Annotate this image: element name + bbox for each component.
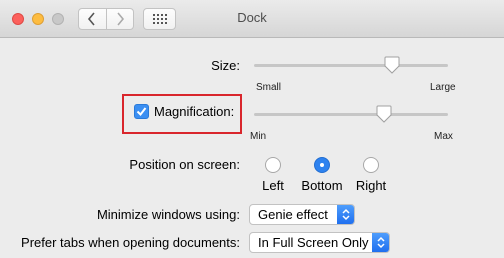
magnification-slider-track[interactable] bbox=[254, 113, 448, 116]
size-max-label: Large bbox=[430, 82, 456, 93]
popup-arrows-icon bbox=[337, 205, 354, 224]
size-slider-knob[interactable] bbox=[384, 56, 400, 74]
position-left-label: Left bbox=[262, 178, 284, 193]
magnification-min-label: Min bbox=[250, 131, 267, 142]
magnification-max-label: Max bbox=[434, 131, 453, 142]
magnification-slider-knob[interactable] bbox=[376, 105, 392, 123]
window-title: Dock bbox=[237, 10, 267, 25]
minimize-label: Minimize windows using: bbox=[96, 207, 240, 222]
minimize-effect-popup[interactable]: Genie effect bbox=[249, 204, 355, 225]
prefer-tabs-label: Prefer tabs when opening documents: bbox=[21, 235, 240, 250]
prefer-tabs-popup[interactable]: In Full Screen Only bbox=[249, 232, 390, 253]
minimize-effect-value: Genie effect bbox=[258, 207, 328, 222]
position-bottom-radio[interactable] bbox=[314, 157, 330, 173]
position-label: Position on screen: bbox=[129, 157, 240, 172]
position-right-label: Right bbox=[355, 178, 387, 193]
position-left-radio[interactable] bbox=[265, 157, 281, 173]
size-min-label: Small bbox=[256, 82, 282, 93]
magnification-checkbox[interactable] bbox=[134, 104, 149, 119]
position-right-radio[interactable] bbox=[363, 157, 379, 173]
size-label: Size: bbox=[211, 58, 240, 73]
magnification-label: Magnification: bbox=[154, 104, 235, 119]
prefer-tabs-value: In Full Screen Only bbox=[258, 235, 369, 250]
checkmark-icon bbox=[136, 107, 147, 117]
position-bottom-label: Bottom bbox=[301, 178, 343, 193]
size-slider-track[interactable] bbox=[254, 64, 448, 67]
title-bar: Dock bbox=[0, 0, 504, 38]
popup-arrows-icon bbox=[372, 233, 389, 252]
